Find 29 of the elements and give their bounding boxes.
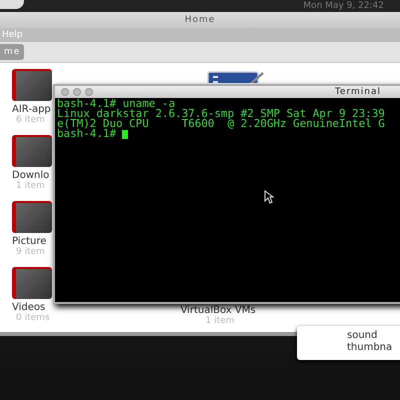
- maximize-icon[interactable]: [85, 88, 93, 96]
- close-icon[interactable]: [61, 88, 69, 96]
- list-item[interactable]: sound: [347, 330, 400, 342]
- list-item[interactable]: thumbna: [347, 342, 400, 354]
- file-name: Videos: [12, 302, 46, 313]
- item-count: 1 item: [204, 316, 234, 326]
- minimize-icon[interactable]: [73, 88, 81, 96]
- folder-icon[interactable]: [12, 201, 52, 233]
- item-count: 0 items: [15, 313, 50, 323]
- folder-icon[interactable]: [12, 69, 52, 101]
- document-icon[interactable]: [207, 71, 265, 83]
- text-cursor: [122, 130, 128, 138]
- folder-icon[interactable]: [12, 267, 52, 299]
- folder-icon[interactable]: [12, 135, 52, 167]
- terminal-line: bash-4.1# uname -a: [57, 99, 176, 109]
- terminal-line: Linux darkstar 2.6.37.6-smp #2 SMP Sat Apr 9 23:39: [57, 109, 386, 119]
- mouse-pointer-icon: [264, 190, 274, 204]
- file-name: AIR-app: [12, 104, 51, 115]
- clock: Mon May 9, 22:42: [303, 1, 384, 11]
- file-name: Downlo: [12, 170, 50, 181]
- terminal-prompt: bash-4.1#: [57, 129, 116, 139]
- window-title: Home: [184, 15, 216, 25]
- terminal-line: e(TM)2 Duo CPU T6600 @ 2.20GHz GenuineIntel G: [57, 119, 386, 129]
- item-count: 9 item: [15, 247, 45, 257]
- item-count: 1 item: [15, 181, 45, 191]
- file-name: Picture: [12, 236, 46, 247]
- window-title: Terminal: [334, 87, 381, 97]
- file-name: VirtualBox VMs: [180, 305, 256, 316]
- item-count: 6 item: [15, 115, 45, 125]
